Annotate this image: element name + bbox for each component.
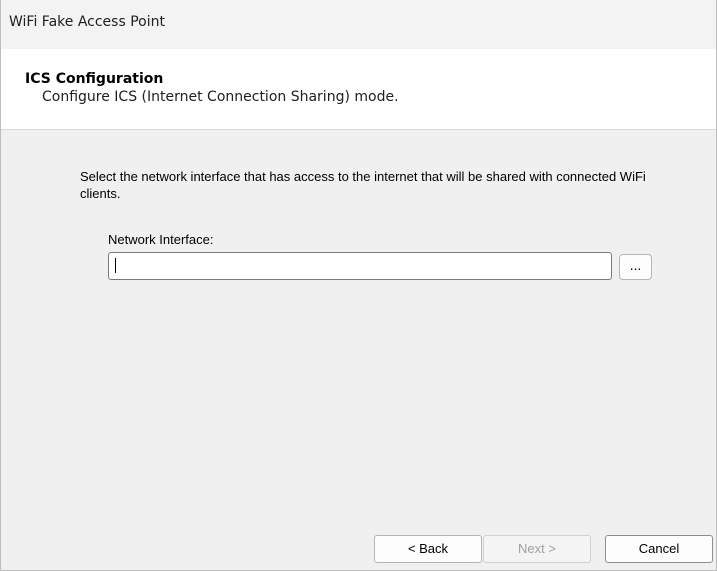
page-title: ICS Configuration <box>25 71 164 87</box>
browse-button[interactable]: ... <box>619 254 652 280</box>
title-bar[interactable]: WiFi Fake Access Point <box>1 0 716 49</box>
instruction-text: Select the network interface that has ac… <box>80 169 646 201</box>
network-interface-label: Network Interface: <box>108 232 214 247</box>
wizard-window: WiFi Fake Access Point ICS Configuration… <box>0 0 717 571</box>
back-button[interactable]: < Back <box>374 535 482 563</box>
page-subtitle: Configure ICS (Internet Connection Shari… <box>42 89 399 105</box>
network-interface-input[interactable] <box>108 252 612 280</box>
cancel-button[interactable]: Cancel <box>605 535 713 563</box>
next-button: Next > <box>483 535 591 563</box>
wizard-header: ICS Configuration Configure ICS (Interne… <box>1 49 716 130</box>
text-caret <box>115 258 116 273</box>
window-title: WiFi Fake Access Point <box>9 14 165 30</box>
